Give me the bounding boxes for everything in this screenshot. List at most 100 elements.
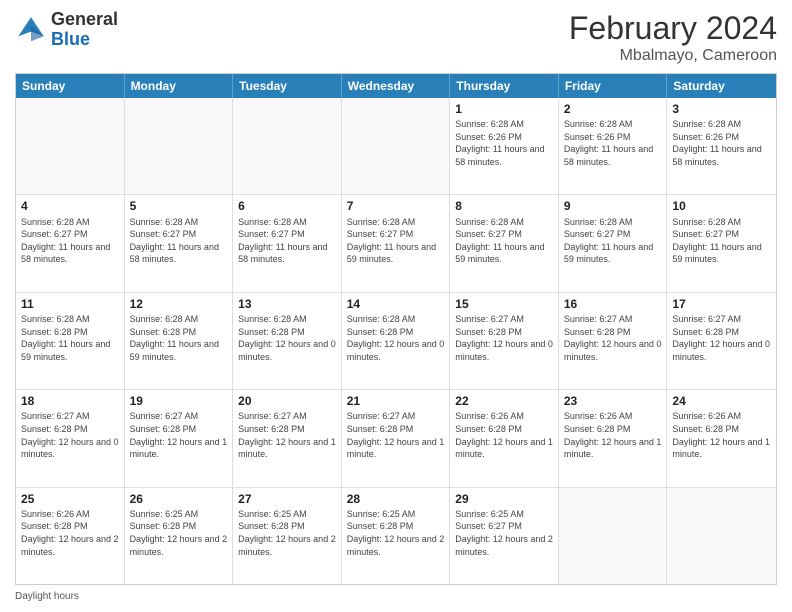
calendar-cell [125, 98, 234, 194]
cell-info: Sunrise: 6:28 AMSunset: 6:26 PMDaylight:… [564, 118, 662, 168]
cell-info: Sunrise: 6:28 AMSunset: 6:27 PMDaylight:… [455, 216, 553, 266]
logo-blue-text: Blue [51, 30, 118, 50]
day-number: 2 [564, 101, 662, 117]
day-number: 18 [21, 393, 119, 409]
day-number: 6 [238, 198, 336, 214]
cell-info: Sunrise: 6:28 AMSunset: 6:27 PMDaylight:… [21, 216, 119, 266]
calendar-header: SundayMondayTuesdayWednesdayThursdayFrid… [16, 74, 776, 98]
cell-info: Sunrise: 6:28 AMSunset: 6:26 PMDaylight:… [672, 118, 771, 168]
day-of-week-sunday: Sunday [16, 74, 125, 98]
calendar-cell: 16Sunrise: 6:27 AMSunset: 6:28 PMDayligh… [559, 293, 668, 389]
calendar-cell: 28Sunrise: 6:25 AMSunset: 6:28 PMDayligh… [342, 488, 451, 584]
calendar-cell: 29Sunrise: 6:25 AMSunset: 6:27 PMDayligh… [450, 488, 559, 584]
day-number: 29 [455, 491, 553, 507]
day-of-week-monday: Monday [125, 74, 234, 98]
cell-info: Sunrise: 6:28 AMSunset: 6:27 PMDaylight:… [347, 216, 445, 266]
calendar-cell: 3Sunrise: 6:28 AMSunset: 6:26 PMDaylight… [667, 98, 776, 194]
calendar-cell: 25Sunrise: 6:26 AMSunset: 6:28 PMDayligh… [16, 488, 125, 584]
day-number: 23 [564, 393, 662, 409]
calendar-cell: 10Sunrise: 6:28 AMSunset: 6:27 PMDayligh… [667, 195, 776, 291]
cell-info: Sunrise: 6:28 AMSunset: 6:28 PMDaylight:… [238, 313, 336, 363]
cell-info: Sunrise: 6:27 AMSunset: 6:28 PMDaylight:… [130, 410, 228, 460]
calendar-cell: 20Sunrise: 6:27 AMSunset: 6:28 PMDayligh… [233, 390, 342, 486]
calendar-cell [233, 98, 342, 194]
cell-info: Sunrise: 6:25 AMSunset: 6:27 PMDaylight:… [455, 508, 553, 558]
cell-info: Sunrise: 6:26 AMSunset: 6:28 PMDaylight:… [455, 410, 553, 460]
calendar-week-1: 1 Sunrise: 6:28 AMSunset: 6:26 PMDaylight… [16, 98, 776, 195]
calendar-cell: 11Sunrise: 6:28 AMSunset: 6:28 PMDayligh… [16, 293, 125, 389]
calendar-cell [16, 98, 125, 194]
calendar-cell: 1Sunrise: 6:28 AMSunset: 6:26 PMDaylight… [450, 98, 559, 194]
calendar-cell: 12Sunrise: 6:28 AMSunset: 6:28 PMDayligh… [125, 293, 234, 389]
calendar-week-2: 4 Sunrise: 6:28 AMSunset: 6:27 PMDaylight… [16, 195, 776, 292]
calendar-title: February 2024 [569, 10, 777, 47]
calendar-cell: 14Sunrise: 6:28 AMSunset: 6:28 PMDayligh… [342, 293, 451, 389]
day-of-week-thursday: Thursday [450, 74, 559, 98]
calendar-cell: 22Sunrise: 6:26 AMSunset: 6:28 PMDayligh… [450, 390, 559, 486]
cell-info: Sunrise: 6:27 AMSunset: 6:28 PMDaylight:… [21, 410, 119, 460]
cell-info: Sunrise: 6:26 AMSunset: 6:28 PMDaylight:… [564, 410, 662, 460]
day-of-week-wednesday: Wednesday [342, 74, 451, 98]
calendar-cell: 24Sunrise: 6:26 AMSunset: 6:28 PMDayligh… [667, 390, 776, 486]
day-number: 22 [455, 393, 553, 409]
calendar-cell: 9Sunrise: 6:28 AMSunset: 6:27 PMDaylight… [559, 195, 668, 291]
calendar-cell: 4 Sunrise: 6:28 AMSunset: 6:27 PMDaylight… [16, 195, 125, 291]
cell-info: Sunrise: 6:25 AMSunset: 6:28 PMDaylight:… [238, 508, 336, 558]
day-number: 19 [130, 393, 228, 409]
day-number: 24 [672, 393, 771, 409]
day-number: 7 [347, 198, 445, 214]
day-of-week-tuesday: Tuesday [233, 74, 342, 98]
calendar-cell: 19Sunrise: 6:27 AMSunset: 6:28 PMDayligh… [125, 390, 234, 486]
cell-info: Sunrise: 6:27 AMSunset: 6:28 PMDaylight:… [564, 313, 662, 363]
day-number: 1 [455, 101, 553, 117]
day-number: 16 [564, 296, 662, 312]
day-number: 8 [455, 198, 553, 214]
day-number: 17 [672, 296, 771, 312]
day-number: 11 [21, 296, 119, 312]
calendar-cell: 13Sunrise: 6:28 AMSunset: 6:28 PMDayligh… [233, 293, 342, 389]
cell-info: Sunrise: 6:25 AMSunset: 6:28 PMDaylight:… [347, 508, 445, 558]
cell-info: Sunrise: 6:28 AMSunset: 6:27 PMDaylight:… [238, 216, 336, 266]
day-number: 15 [455, 296, 553, 312]
header: General Blue February 2024 Mbalmayo, Cam… [15, 10, 777, 65]
calendar-cell: 8 Sunrise: 6:28 AMSunset: 6:27 PMDaylight… [450, 195, 559, 291]
calendar-cell: 2Sunrise: 6:28 AMSunset: 6:26 PMDaylight… [559, 98, 668, 194]
day-number: 27 [238, 491, 336, 507]
calendar-cell: 6 Sunrise: 6:28 AMSunset: 6:27 PMDaylight… [233, 195, 342, 291]
cell-info: Sunrise: 6:28 AMSunset: 6:27 PMDaylight:… [564, 216, 662, 266]
calendar-cell: 27Sunrise: 6:25 AMSunset: 6:28 PMDayligh… [233, 488, 342, 584]
calendar-location: Mbalmayo, Cameroon [569, 47, 777, 65]
day-number: 26 [130, 491, 228, 507]
day-number: 21 [347, 393, 445, 409]
day-number: 12 [130, 296, 228, 312]
logo: General Blue [15, 10, 118, 50]
day-of-week-friday: Friday [559, 74, 668, 98]
day-number: 28 [347, 491, 445, 507]
logo-icon [15, 14, 47, 46]
cell-info: Sunrise: 6:27 AMSunset: 6:28 PMDaylight:… [672, 313, 771, 363]
logo-general-text: General [51, 10, 118, 30]
calendar-cell: 5 Sunrise: 6:28 AMSunset: 6:27 PMDaylight… [125, 195, 234, 291]
day-number: 3 [672, 101, 771, 117]
day-number: 14 [347, 296, 445, 312]
cell-info: Sunrise: 6:28 AMSunset: 6:28 PMDaylight:… [21, 313, 119, 363]
calendar-cell: 7 Sunrise: 6:28 AMSunset: 6:27 PMDaylight… [342, 195, 451, 291]
cell-info: Sunrise: 6:28 AMSunset: 6:28 PMDaylight:… [347, 313, 445, 363]
calendar-week-5: 25Sunrise: 6:26 AMSunset: 6:28 PMDayligh… [16, 488, 776, 584]
cell-info: Sunrise: 6:27 AMSunset: 6:28 PMDaylight:… [455, 313, 553, 363]
cell-info: Sunrise: 6:26 AMSunset: 6:28 PMDaylight:… [21, 508, 119, 558]
calendar-cell [559, 488, 668, 584]
cell-info: Sunrise: 6:26 AMSunset: 6:28 PMDaylight:… [672, 410, 771, 460]
cell-info: Sunrise: 6:28 AMSunset: 6:28 PMDaylight:… [130, 313, 228, 363]
cell-info: Sunrise: 6:27 AMSunset: 6:28 PMDaylight:… [347, 410, 445, 460]
footer-note: Daylight hours [15, 591, 777, 602]
day-number: 4 [21, 198, 119, 214]
cell-info: Sunrise: 6:27 AMSunset: 6:28 PMDaylight:… [238, 410, 336, 460]
cell-info: Sunrise: 6:28 AMSunset: 6:27 PMDaylight:… [672, 216, 771, 266]
calendar-body: 1 Sunrise: 6:28 AMSunset: 6:26 PMDaylight… [16, 98, 776, 584]
calendar-cell: 15Sunrise: 6:27 AMSunset: 6:28 PMDayligh… [450, 293, 559, 389]
day-number: 5 [130, 198, 228, 214]
cell-info: Sunrise: 6:28 AMSunset: 6:27 PMDaylight:… [130, 216, 228, 266]
calendar-week-4: 18Sunrise: 6:27 AMSunset: 6:28 PMDayligh… [16, 390, 776, 487]
logo-text: General Blue [51, 10, 118, 50]
